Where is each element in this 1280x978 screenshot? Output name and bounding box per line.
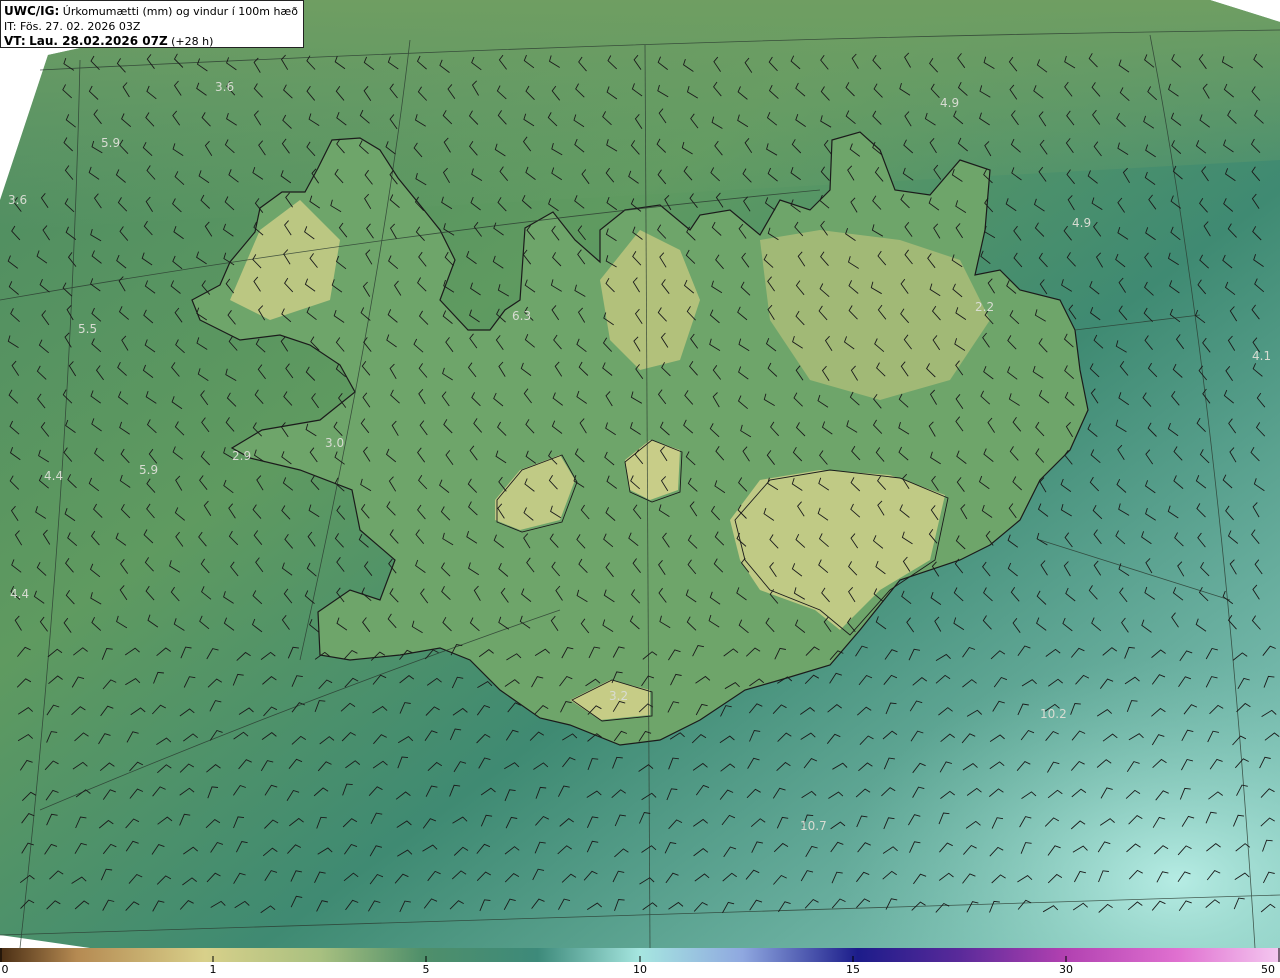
value-label: 4.9 [940,96,959,110]
title-line-valid: VT: Lau. 28.02.2026 07Z (+28 h) [4,34,300,49]
value-label: 5.9 [139,463,158,477]
init-prefix: IT: [4,20,17,33]
value-label: 6.3 [512,309,531,323]
value-label: 10.7 [800,819,827,833]
value-label: 3.6 [215,80,234,94]
forecast-map: 3.6 4.9 5.9 3.6 4.9 2.2 5.5 6.3 4.1 2.9 … [0,0,1280,949]
colorbar-tick-label: 5 [422,963,430,976]
colorbar-tick-label: 1 [209,963,217,976]
init-time: Fös. 27. 02. 2026 03Z [19,20,141,33]
model-name: UWC/IG: [4,4,60,18]
colorbar-tick-label: 50 [1261,963,1275,976]
valid-time: Lau. 28.02.2026 07Z [29,34,168,48]
map-stage: 3.6 4.9 5.9 3.6 4.9 2.2 5.5 6.3 4.1 2.9 … [0,0,1280,978]
value-label: 5.9 [101,136,120,150]
value-label: 3.2 [609,689,628,703]
value-label: 5.5 [78,322,97,336]
product-name: Úrkomumætti (mm) og vindur í 100m hæð [62,5,298,18]
title-line-product: UWC/IG: Úrkomumætti (mm) og vindur í 100… [4,4,300,19]
value-label: 2.2 [975,300,994,314]
title-line-init: IT: Fös. 27. 02. 2026 03Z [4,19,300,34]
valid-prefix: VT: [4,34,26,48]
colorbar [0,948,1280,962]
value-label: 10.2 [1040,707,1067,721]
colorbar-labels: 0 1 5 10 15 30 50 [0,962,1280,978]
value-label: 3.0 [325,436,344,450]
map-title-box: UWC/IG: Úrkomumætti (mm) og vindur í 100… [0,0,304,48]
colorbar-tick-label: 30 [1059,963,1073,976]
value-label: 3.6 [8,193,27,207]
value-label: 4.4 [10,587,29,601]
value-label: 4.1 [1252,349,1271,363]
value-label: 4.9 [1072,216,1091,230]
lead-time: (+28 h) [171,35,214,48]
colorbar-tick-label: 10 [633,963,647,976]
value-label: 4.4 [44,469,63,483]
colorbar-tick-label: 0 [1,963,9,976]
value-label: 2.9 [232,449,251,463]
colorbar-tick-label: 15 [846,963,860,976]
